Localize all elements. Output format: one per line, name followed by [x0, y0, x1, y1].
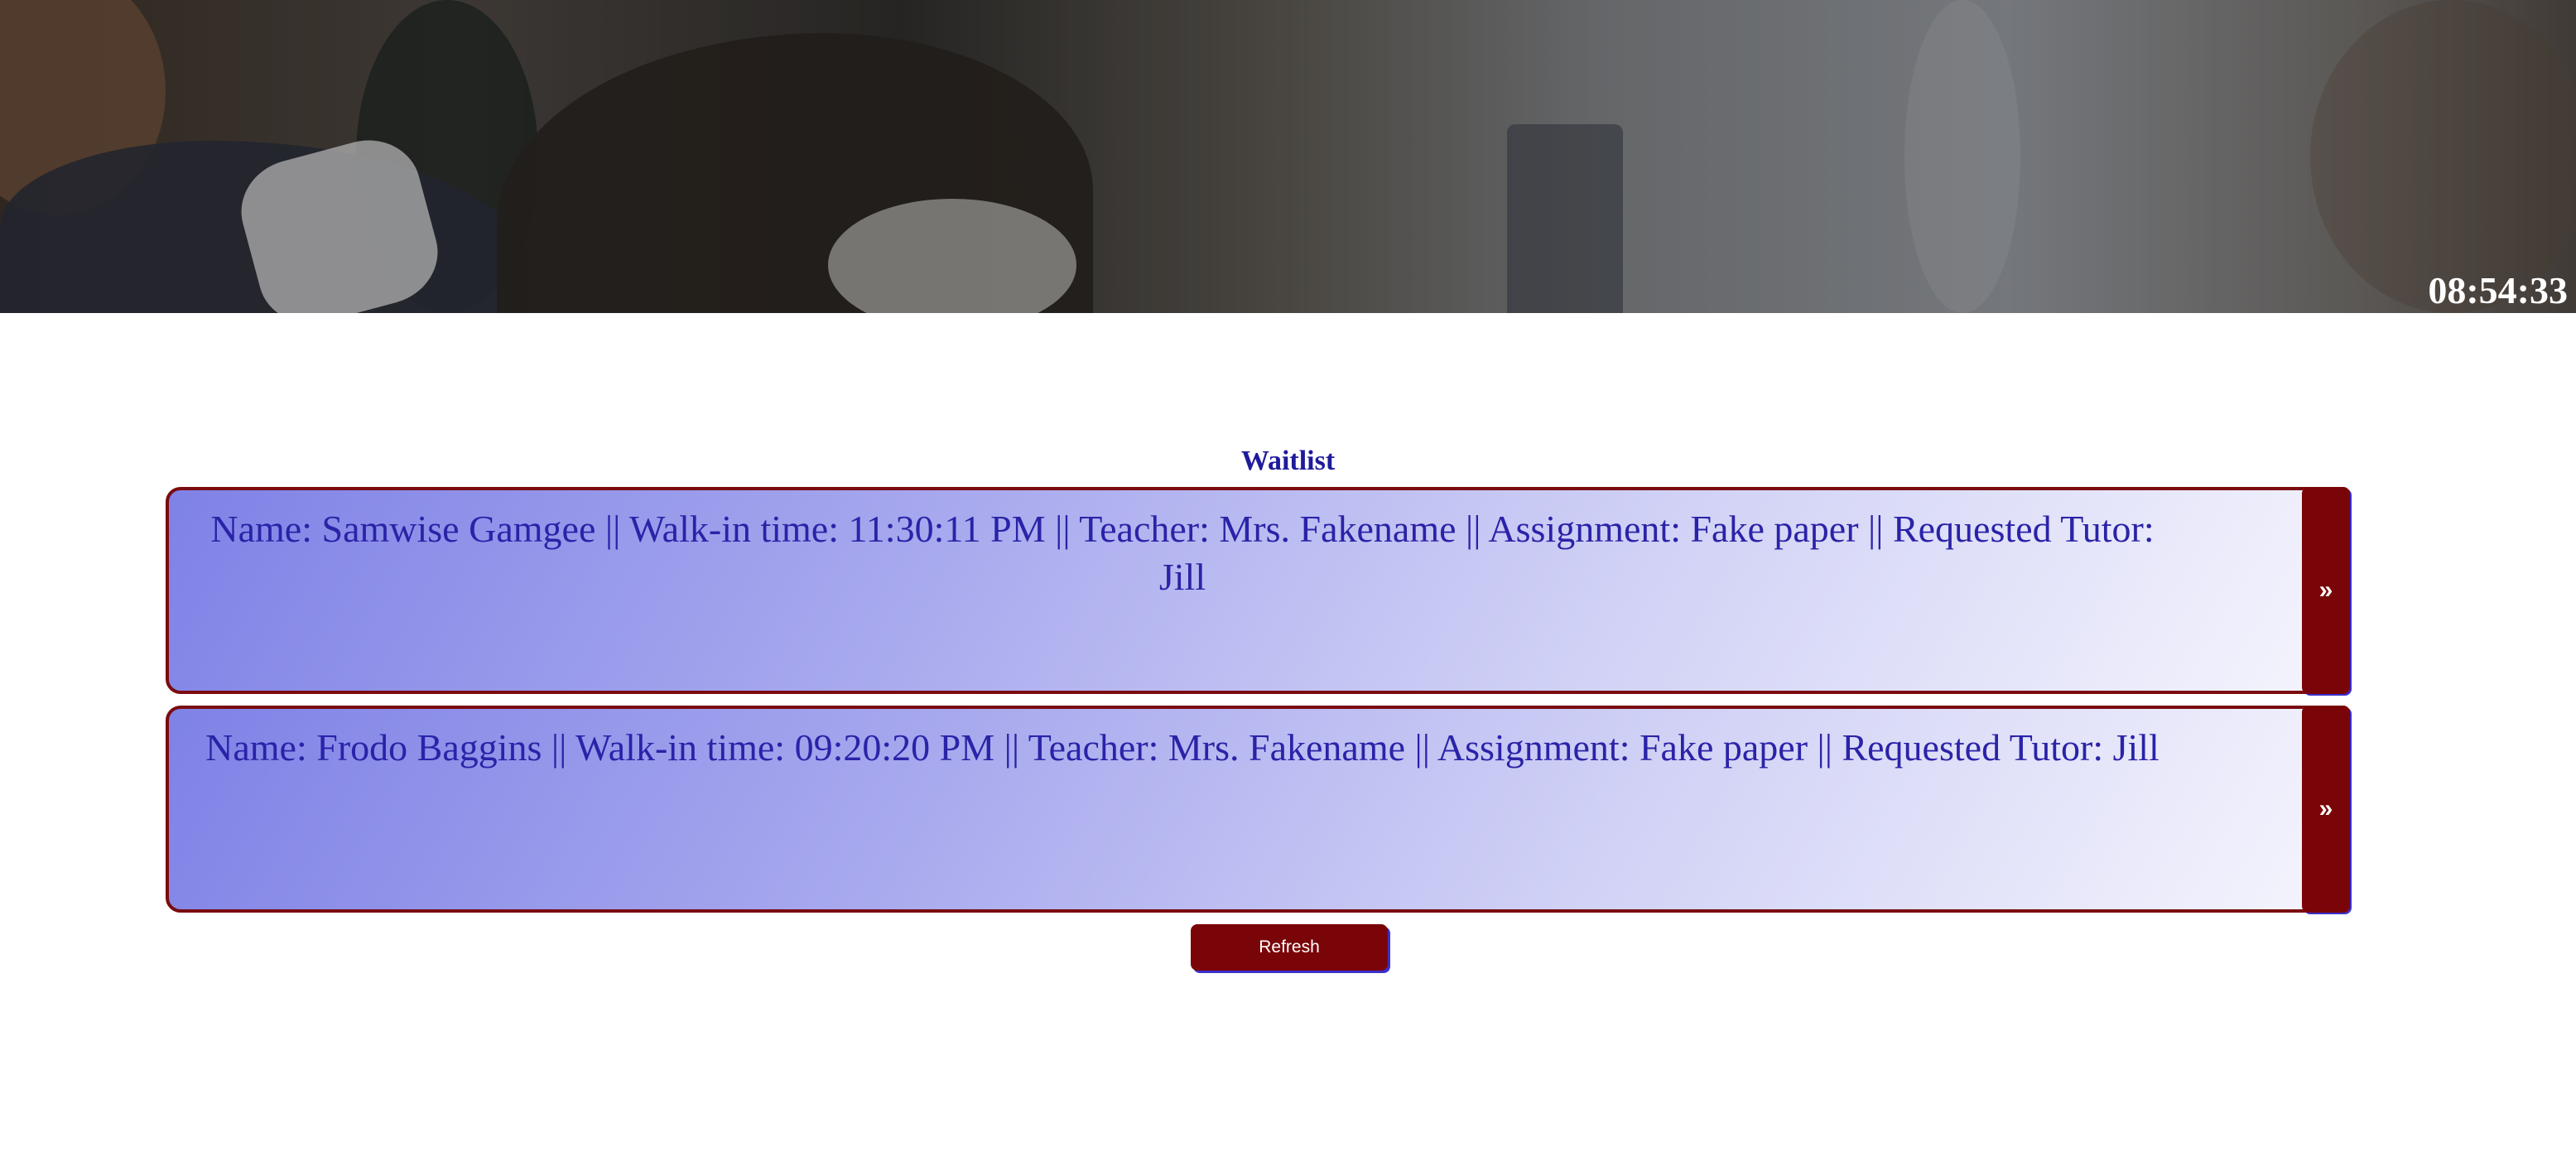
- refresh-button[interactable]: Refresh: [1191, 924, 1388, 971]
- waitlist-entry: Name: Samwise Gamgee || Walk-in time: 11…: [166, 487, 2345, 694]
- waitlist-entry-text: Name: Samwise Gamgee || Walk-in time: 11…: [210, 508, 2155, 598]
- advance-entry-button[interactable]: »: [2302, 706, 2350, 913]
- waitlist-title: Waitlist: [1240, 446, 1336, 476]
- waitlist-entry-text: Name: Frodo Baggins || Walk-in time: 09:…: [205, 726, 2160, 769]
- advance-entry-button[interactable]: »: [2302, 487, 2350, 694]
- banner-overlay: [0, 0, 2576, 313]
- waitlist-entry: Name: Frodo Baggins || Walk-in time: 09:…: [166, 706, 2345, 913]
- header-banner-image: 08:54:33: [0, 0, 2576, 313]
- clock-display: 08:54:33: [2428, 269, 2568, 311]
